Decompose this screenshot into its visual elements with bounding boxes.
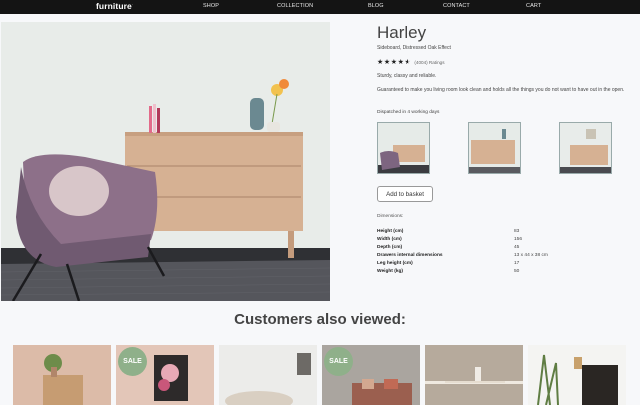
thumbnail-image bbox=[469, 123, 520, 173]
product-thumbnail-2[interactable] bbox=[468, 122, 521, 174]
star-icon: ★ bbox=[397, 58, 404, 66]
dimension-value: 83 bbox=[514, 229, 520, 234]
also-viewed-card[interactable] bbox=[13, 345, 111, 405]
dimension-label: Leg height (cm) bbox=[377, 261, 413, 266]
dimension-value: 13 x 44 x 38 cm bbox=[514, 253, 548, 258]
nav-link-cart[interactable]: CART bbox=[526, 3, 541, 9]
dimension-row: Drawers internal dimensions 13 x 44 x 38… bbox=[377, 253, 637, 261]
nav-link-contact[interactable]: CONTACT bbox=[443, 3, 470, 9]
add-to-basket-button[interactable]: Add to basket bbox=[377, 186, 433, 202]
product-photo-illustration bbox=[1, 22, 330, 301]
product-thumbnail-3[interactable] bbox=[559, 122, 612, 174]
dimension-row: Depth (cm) 45 bbox=[377, 245, 637, 253]
product-description: Guaranteed to make you living room look … bbox=[377, 87, 625, 93]
dimension-value: 17 bbox=[514, 261, 520, 266]
dimension-row: Width (cm) 156 bbox=[377, 237, 637, 245]
sale-badge: SALE bbox=[324, 347, 353, 376]
nav-link-collection[interactable]: COLLECTION bbox=[277, 3, 313, 9]
dimensions-title: Dimensions: bbox=[377, 214, 404, 219]
nav-link-shop[interactable]: SHOP bbox=[203, 3, 219, 9]
also-viewed-card[interactable]: SALE bbox=[116, 345, 214, 405]
product-main-image bbox=[1, 22, 330, 301]
sale-badge: SALE bbox=[118, 347, 147, 376]
also-viewed-card[interactable] bbox=[425, 345, 523, 405]
dimension-label: Height (cm) bbox=[377, 229, 404, 234]
nav-link-blog[interactable]: BLOG bbox=[368, 3, 384, 9]
product-rating: ★ ★ ★ ★ ★ (4004) Ratings bbox=[377, 58, 445, 66]
product-thumbnail-1[interactable] bbox=[377, 122, 430, 174]
star-icon: ★ bbox=[377, 58, 384, 66]
card-image bbox=[528, 345, 626, 405]
star-icon: ★ bbox=[390, 58, 398, 66]
top-nav: furniture. SHOP COLLECTION BLOG CONTACT … bbox=[0, 0, 640, 14]
dimension-value: 45 bbox=[514, 245, 520, 250]
dimension-row: Leg height (cm) 17 bbox=[377, 261, 637, 269]
thumbnail-image bbox=[560, 123, 611, 173]
dimension-label: Drawers internal dimensions bbox=[377, 253, 443, 258]
dimension-label: Depth (cm) bbox=[377, 245, 403, 250]
dimension-value: 156 bbox=[514, 237, 523, 242]
brand-logo[interactable]: furniture. bbox=[96, 1, 133, 11]
dimension-label: Weight (kg) bbox=[377, 269, 404, 274]
card-image bbox=[219, 345, 317, 405]
card-image bbox=[425, 345, 523, 405]
dispatch-info: Dispatched in 4 working days bbox=[377, 110, 440, 115]
product-subtitle: Sideboard, Distressed Oak Effect bbox=[377, 45, 451, 51]
also-viewed-card[interactable] bbox=[528, 345, 626, 405]
card-image bbox=[13, 345, 111, 405]
also-viewed-heading: Customers also viewed: bbox=[234, 311, 406, 328]
dimension-label: Width (cm) bbox=[377, 237, 402, 242]
also-viewed-card[interactable]: SALE bbox=[322, 345, 420, 405]
dimension-row: Weight (kg) 50 bbox=[377, 269, 637, 277]
product-title: Harley bbox=[377, 23, 427, 42]
product-tagline: Sturdy, classy and reliable. bbox=[377, 73, 437, 79]
dimension-row: Height (cm) 83 bbox=[377, 229, 637, 237]
also-viewed-card[interactable] bbox=[219, 345, 317, 405]
rating-count: (4004) Ratings bbox=[414, 59, 445, 65]
star-icon: ★ bbox=[383, 58, 391, 66]
dimension-value: 50 bbox=[514, 269, 520, 274]
half-star-icon: ★ bbox=[404, 58, 411, 66]
thumbnail-image bbox=[378, 123, 429, 173]
